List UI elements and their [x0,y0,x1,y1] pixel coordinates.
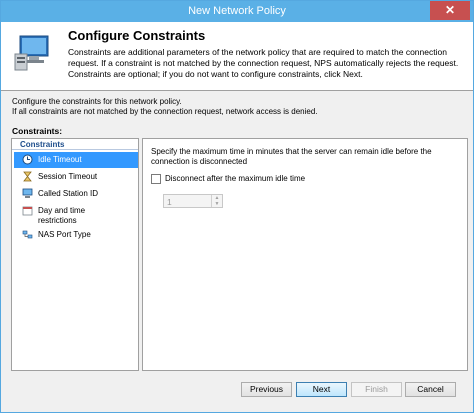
title-bar[interactable]: New Network Policy ✕ [1,1,473,22]
calendar-icon [22,206,33,216]
intro-line-2: If all constraints are not matched by th… [12,107,318,116]
constraint-item-label: Session Timeout [38,172,98,181]
clock-icon [22,154,33,165]
constraint-item-nas-port-type[interactable]: NAS Port Type [14,227,138,243]
previous-button[interactable]: Previous [241,382,292,397]
finish-button[interactable]: Finish [351,382,402,397]
wizard-header: Configure Constraints Constraints are ad… [1,22,473,91]
computer-icon [22,188,33,198]
constraint-item-label: Called Station ID [38,189,99,198]
cancel-button[interactable]: Cancel [405,382,456,397]
intro-line-1: Configure the constraints for this netwo… [12,97,182,106]
idle-timeout-description: Specify the maximum time in minutes that… [151,147,432,166]
constraints-list: Constraints Idle Timeout Session Timeout… [11,138,139,371]
window-title: New Network Policy [188,5,286,17]
network-policy-icon [14,35,49,71]
constraints-label: Constraints: [12,126,63,136]
new-network-policy-window: New Network Policy ✕ Configure Constrain… [0,0,474,413]
intro-text: Configure the constraints for this netwo… [12,97,318,117]
disconnect-idle-label[interactable]: Disconnect after the maximum idle time [165,174,305,183]
page-title: Configure Constraints [68,28,206,43]
idle-minutes-spinner[interactable]: 1 ▲ ▼ [163,194,223,208]
constraint-item-called-station-id[interactable]: Called Station ID [14,186,138,202]
constraint-item-session-timeout[interactable]: Session Timeout [14,169,138,185]
constraints-list-header: Constraints [12,139,138,150]
page-description: Constraints are additional parameters of… [68,47,459,79]
network-icon [22,230,33,239]
constraint-item-label: Idle Timeout [38,155,82,164]
idle-minutes-value: 1 [167,197,172,207]
hourglass-icon [23,171,32,182]
constraint-settings-panel: Specify the maximum time in minutes that… [142,138,468,371]
constraint-item-label: NAS Port Type [38,230,91,239]
constraint-item-day-time[interactable]: Day and time restrictions [14,203,138,225]
close-button[interactable]: ✕ [430,1,470,20]
constraint-item-label: Day and time restrictions [38,206,86,225]
spinner-down-arrow-icon[interactable]: ▼ [211,201,222,207]
next-button[interactable]: Next [296,382,347,397]
disconnect-idle-checkbox[interactable] [151,174,161,184]
constraint-item-idle-timeout[interactable]: Idle Timeout [14,152,138,168]
